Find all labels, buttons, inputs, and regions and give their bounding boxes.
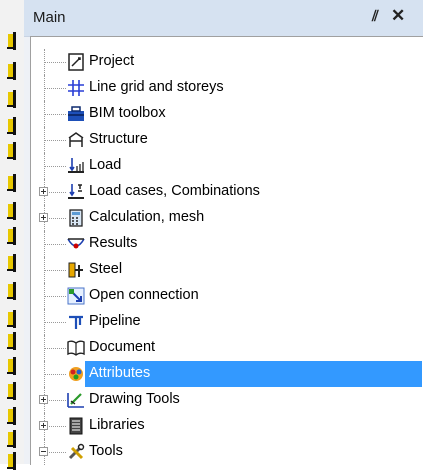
tool-m-icon[interactable] — [4, 355, 20, 377]
selection-highlight — [85, 257, 422, 283]
tree-item-label: Results — [89, 235, 138, 251]
tree-item[interactable]: Line grid and storeys — [31, 75, 423, 101]
project-icon — [67, 53, 85, 71]
expand-icon[interactable] — [39, 421, 48, 430]
panel-title: Main — [33, 9, 66, 26]
tool-h-icon[interactable] — [4, 225, 20, 247]
tool-f-icon[interactable] — [4, 172, 20, 194]
document-icon — [67, 339, 85, 357]
load-cases-icon — [67, 183, 85, 201]
tool-l-icon[interactable] — [4, 330, 20, 352]
tool-q-icon[interactable] — [4, 450, 20, 472]
tree-connector — [44, 62, 66, 63]
selection-highlight — [85, 439, 422, 465]
tree-item[interactable]: Steel — [31, 257, 423, 283]
tool-g-icon[interactable] — [4, 200, 20, 222]
tree-item-label: Project — [89, 53, 135, 69]
expand-icon[interactable] — [39, 187, 48, 196]
tree-connector — [44, 296, 66, 297]
tree-item[interactable]: Load cases, Combinations — [31, 179, 423, 205]
tree-item-label: Line grid and storeys — [89, 79, 224, 95]
tree-item-label: Document — [89, 339, 156, 355]
tree-item-label: Load cases, Combinations — [89, 183, 260, 199]
tree-item[interactable]: Tools — [31, 439, 423, 465]
calculator-icon — [67, 209, 85, 227]
tree-item-label: Calculation, mesh — [89, 209, 205, 225]
tree-connector — [44, 244, 66, 245]
tree-item-label: Attributes — [89, 365, 151, 381]
toolbox-icon — [67, 105, 85, 123]
tree-connector — [44, 348, 66, 349]
tool-e-icon[interactable] — [4, 140, 20, 162]
tree-item[interactable]: Libraries — [31, 413, 423, 439]
tree-item-label: Pipeline — [89, 313, 141, 329]
collapse-icon[interactable] — [39, 447, 48, 456]
tree-item-label: Drawing Tools — [89, 391, 180, 407]
panel-header: Main ⫽ ✕ — [24, 0, 423, 37]
tree-item[interactable]: Load — [31, 153, 423, 179]
tree-connector — [44, 322, 66, 323]
tool-k-icon[interactable] — [4, 308, 20, 330]
structure-icon — [67, 131, 85, 149]
tree-item[interactable]: Calculation, mesh — [31, 205, 423, 231]
tool-o-icon[interactable] — [4, 405, 20, 427]
tool-j-icon[interactable] — [4, 280, 20, 302]
expand-icon[interactable] — [39, 213, 48, 222]
tree-item[interactable]: Structure — [31, 127, 423, 153]
tree-item-label: Libraries — [89, 417, 145, 433]
load-icon — [67, 157, 85, 175]
tree-item[interactable]: Open connection — [31, 283, 423, 309]
tree-item[interactable]: Document — [31, 335, 423, 361]
selection-highlight — [85, 153, 422, 179]
tool-a-icon[interactable] — [4, 30, 20, 52]
libraries-icon — [67, 417, 85, 435]
tool-d-icon[interactable] — [4, 115, 20, 137]
tool-p-icon[interactable] — [4, 428, 20, 450]
tree-connector — [44, 374, 66, 375]
tree-item[interactable]: Attributes — [31, 361, 423, 387]
pin-icon[interactable]: ⫽ — [372, 8, 379, 25]
expand-icon[interactable] — [39, 395, 48, 404]
drawing-tools-icon — [67, 391, 85, 409]
tools-icon — [67, 443, 85, 461]
tree-item-label: Load — [89, 157, 122, 173]
open-connection-icon — [67, 287, 85, 305]
tree-item[interactable]: Pipeline — [31, 309, 423, 335]
tree-view[interactable]: Project Line grid and storeys BIM toolbox S… — [30, 36, 423, 465]
tree-connector — [44, 114, 66, 115]
results-icon — [67, 235, 85, 253]
tree-connector — [44, 140, 66, 141]
tool-i-icon[interactable] — [4, 252, 20, 274]
tree-item-label: BIM toolbox — [89, 105, 166, 121]
selection-highlight — [85, 49, 422, 75]
tree-item[interactable]: Results — [31, 231, 423, 257]
main-panel: Main ⫽ ✕ Project Line grid and storeys BIM… — [24, 0, 423, 465]
pipeline-icon — [67, 313, 85, 331]
tree-item-label: Open connection — [89, 287, 199, 303]
tool-b-icon[interactable] — [4, 60, 20, 82]
tree-item-label: Tools — [89, 443, 123, 459]
close-icon[interactable]: ✕ — [391, 6, 405, 26]
left-toolbar — [0, 0, 25, 470]
tree-item[interactable]: Project — [31, 49, 423, 75]
steel-icon — [67, 261, 85, 279]
tree-item[interactable]: Drawing Tools — [31, 387, 423, 413]
tree-item-label: Steel — [89, 261, 123, 277]
tree-connector — [44, 88, 66, 89]
tree-connector — [44, 166, 66, 167]
tree-item[interactable]: BIM toolbox — [31, 101, 423, 127]
tree-connector — [44, 270, 66, 271]
grid-icon — [67, 79, 85, 97]
tool-c-icon[interactable] — [4, 88, 20, 110]
attributes-icon — [67, 365, 85, 383]
tree-item-label: Structure — [89, 131, 148, 147]
tool-n-icon[interactable] — [4, 380, 20, 402]
